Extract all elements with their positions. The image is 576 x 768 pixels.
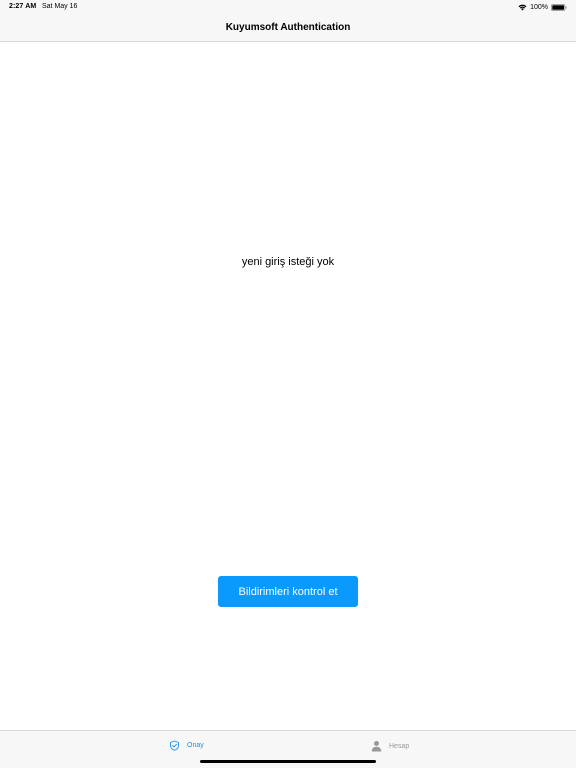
status-indicators: 100%	[518, 2, 567, 12]
wifi-icon	[518, 4, 527, 10]
battery-icon	[551, 3, 567, 11]
tab-approve-label: Onay	[187, 742, 204, 749]
shield-check-icon	[170, 740, 179, 751]
battery-percent: 100%	[530, 3, 548, 11]
tab-account[interactable]: Hesap	[371, 740, 409, 752]
home-indicator[interactable]	[200, 760, 376, 763]
check-notifications-button[interactable]: Bildirimleri kontrol et	[218, 576, 358, 607]
page-title: Kuyumsoft Authentication	[225, 22, 351, 33]
status-date: Sat May 16	[42, 3, 78, 10]
status-bar: 2:27 AM Sat May 16 100%	[0, 0, 576, 14]
tab-account-label: Hesap	[389, 742, 410, 750]
main-content: yeni giriş isteği yok Bildirimleri kontr…	[0, 42, 576, 730]
navigation-bar: Kuyumsoft Authentication	[0, 14, 576, 42]
status-time: 2:27 AM	[9, 3, 37, 10]
empty-state-message: yeni giriş isteği yok	[241, 256, 335, 268]
tab-approve[interactable]: Onay	[169, 740, 204, 751]
person-icon	[371, 741, 382, 752]
